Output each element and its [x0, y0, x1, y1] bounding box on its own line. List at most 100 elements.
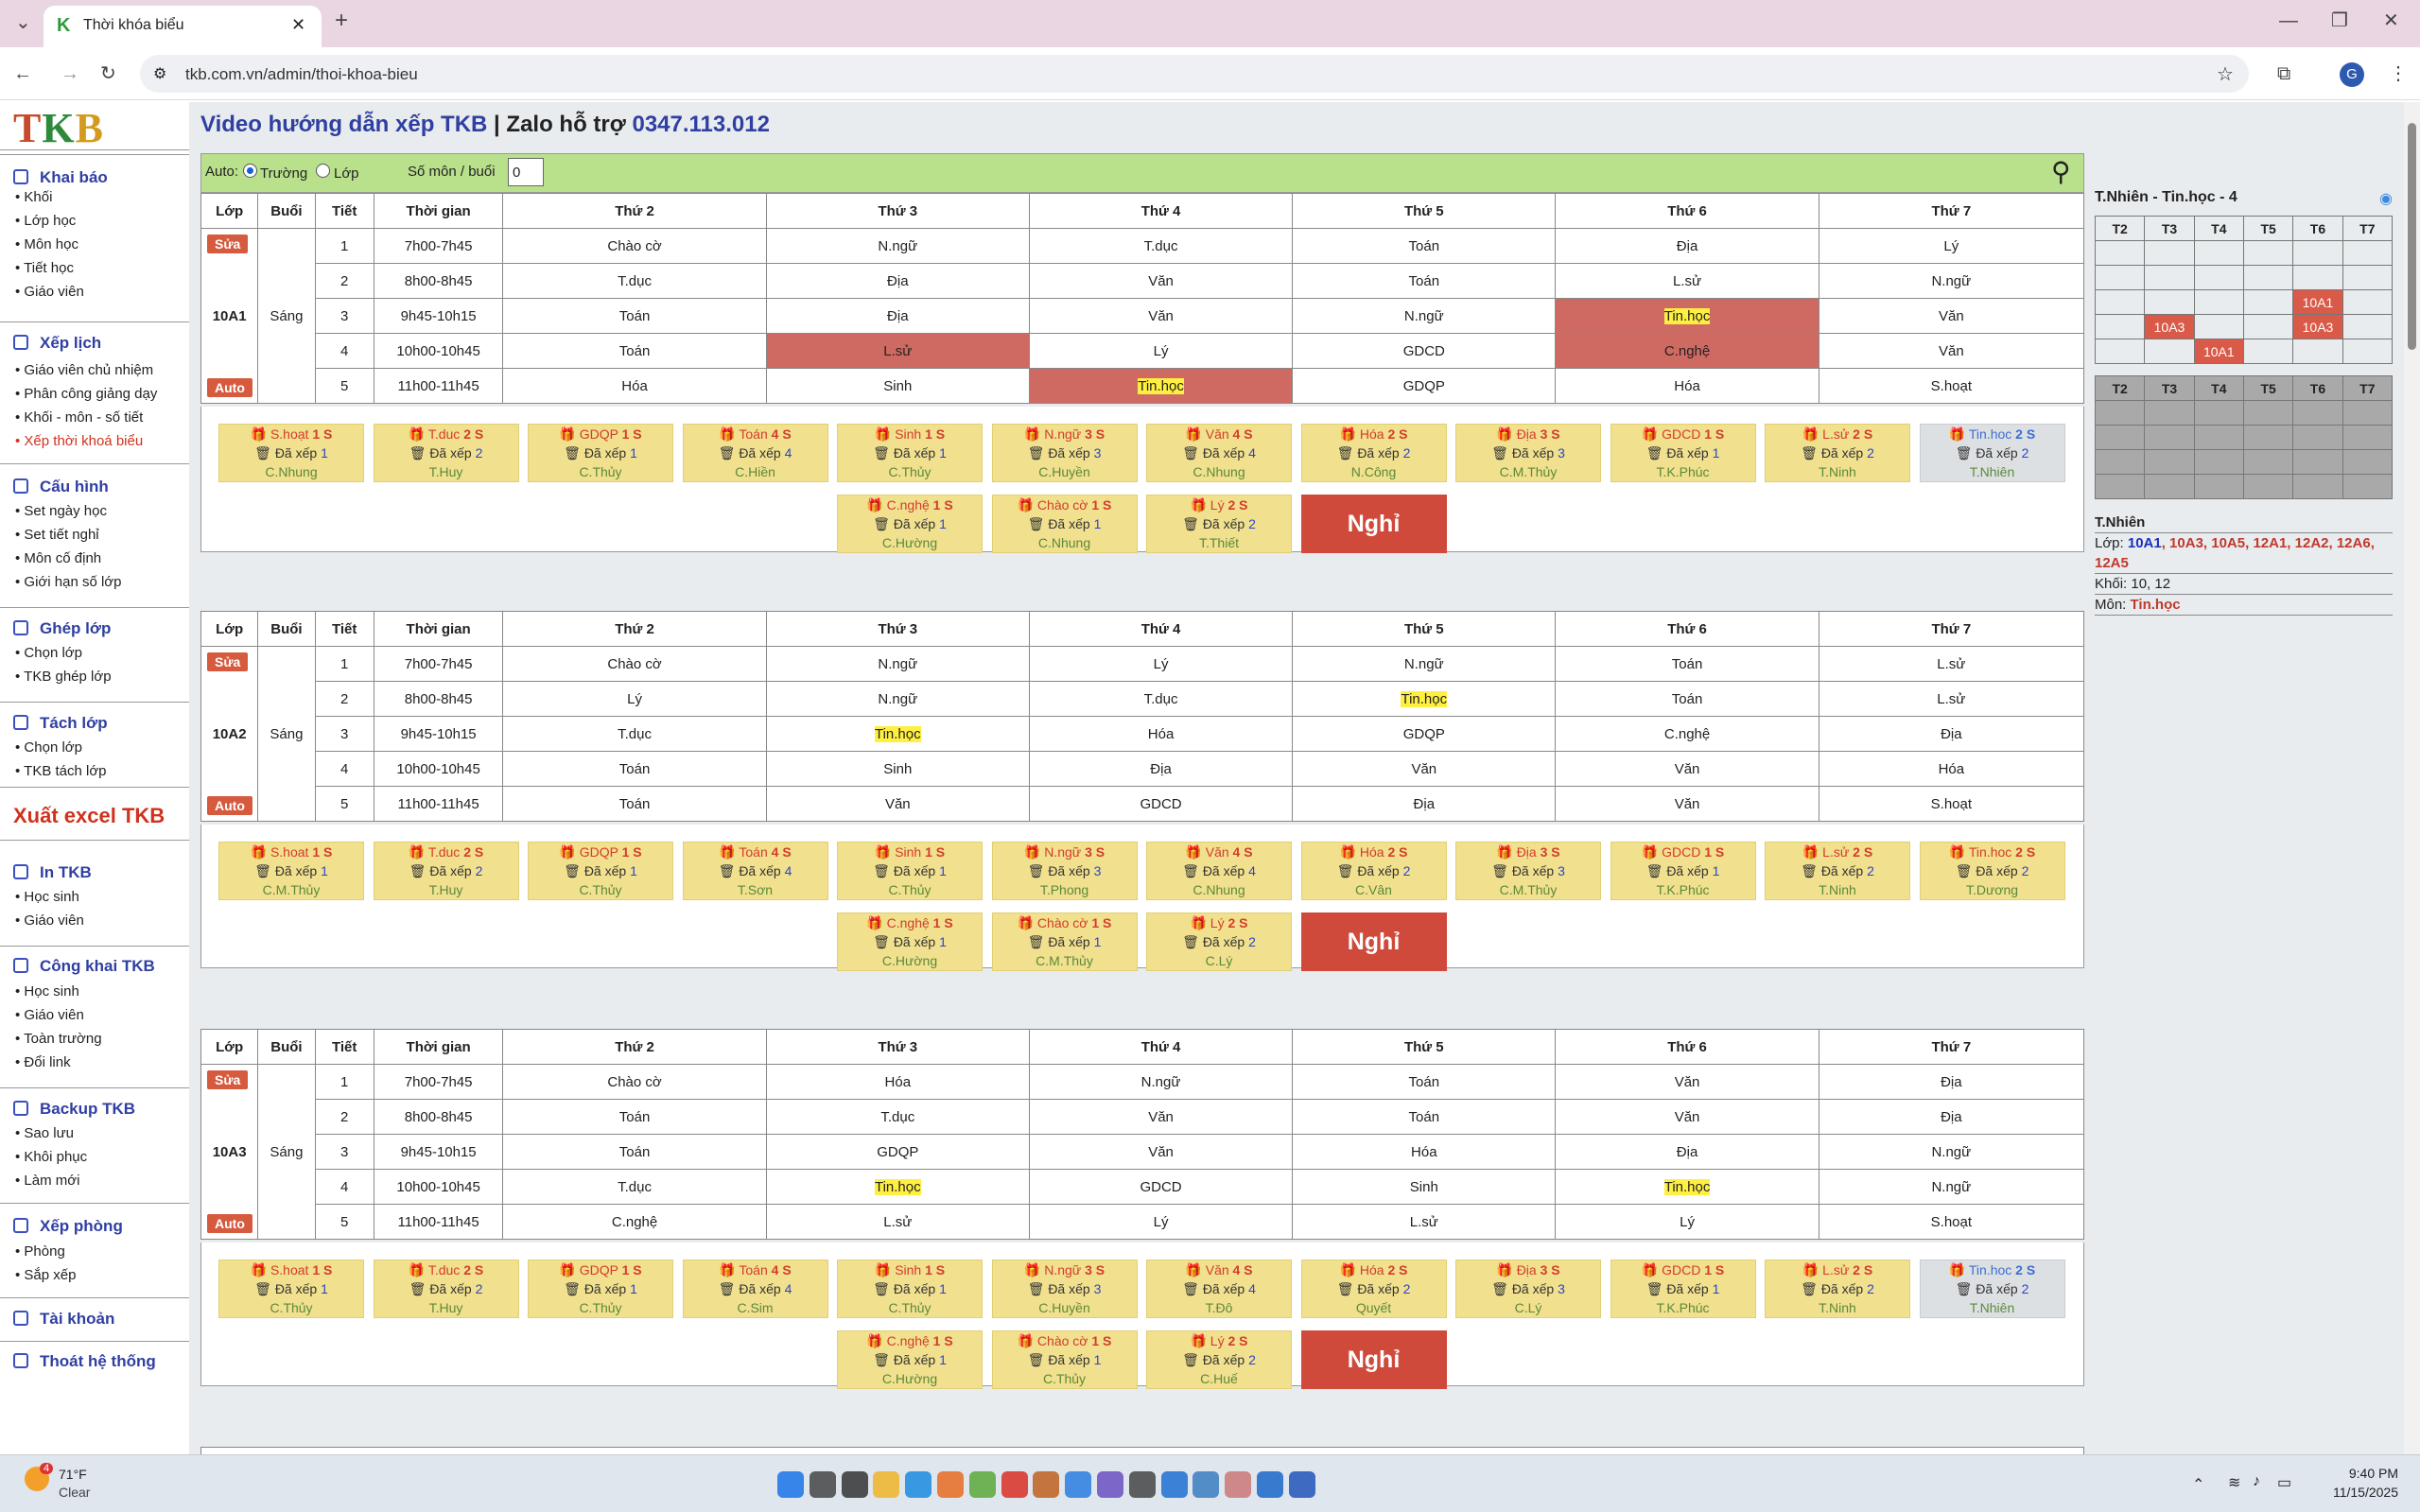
close-window-icon[interactable]: ✕ [2383, 11, 2399, 30]
scrollbar-thumb[interactable] [2408, 123, 2416, 350]
sidebar-item[interactable]: Toàn trường [15, 1031, 101, 1047]
lesson-cell[interactable]: Toán [502, 1099, 767, 1135]
sidebar-item[interactable]: Làm mới [15, 1173, 79, 1189]
lesson-cell[interactable]: Sinh [765, 751, 1030, 787]
sidebar-item[interactable]: Khối [15, 189, 52, 205]
tab-list-chevron-icon[interactable]: ⌄ [15, 13, 31, 32]
sidebar-section-5[interactable]: Xuất excel TKB [13, 804, 165, 828]
app-icon[interactable] [1193, 1471, 1220, 1498]
lesson-cell[interactable]: Toán [1292, 1064, 1557, 1100]
blocked-slot[interactable] [2193, 474, 2244, 499]
lesson-cell[interactable]: C.nghệ [1555, 333, 1819, 369]
lesson-cell[interactable]: Sinh [1292, 1169, 1557, 1205]
blocked-slot[interactable] [2094, 474, 2146, 499]
blocked-slot[interactable] [2242, 425, 2294, 450]
sidebar-item[interactable]: Set ngày học [15, 503, 107, 519]
teacher-slot[interactable]: 10A1 [2292, 289, 2343, 315]
search-icon[interactable]: ⚲ [2051, 156, 2071, 187]
blocked-slot[interactable] [2193, 425, 2244, 450]
edge-icon[interactable] [905, 1471, 932, 1498]
firefox-icon[interactable] [937, 1471, 964, 1498]
sidebar-item[interactable]: Giáo viên [15, 284, 83, 300]
extensions-icon[interactable]: ⧉ [2277, 64, 2290, 83]
video-guide-link[interactable]: Video hướng dẫn xếp TKB [200, 112, 487, 137]
subject-card[interactable]: 🎁 S.hoat 1 S 🗑 Đã xếp 1 C.M.Thủy [218, 842, 364, 900]
lesson-cell[interactable]: Văn [765, 786, 1030, 822]
blocked-slot[interactable] [2342, 400, 2394, 426]
off-button[interactable]: Nghỉ [1300, 912, 1447, 971]
lesson-cell[interactable]: Toán [502, 751, 767, 787]
sidebar-item[interactable]: Giới hạn số lớp [15, 574, 121, 590]
sidebar-item[interactable]: Phòng [15, 1243, 64, 1260]
lesson-cell[interactable]: Toán [502, 786, 767, 822]
battery-icon[interactable]: ▭ [2277, 1473, 2291, 1492]
subject-card[interactable]: 🎁 Địa 3 S 🗑 Đã xếp 3 C.Lý [1455, 1260, 1601, 1318]
sidebar-item[interactable]: Sao lưu [15, 1125, 74, 1141]
lesson-cell[interactable]: S.hoạt [1818, 368, 2085, 404]
sidebar-item[interactable]: Sắp xếp [15, 1267, 76, 1283]
lesson-cell[interactable]: L.sử [1555, 263, 1819, 299]
subject-card[interactable]: 🎁 Lý 2 S 🗑 Đã xếp 2 T.Thiết [1146, 495, 1292, 553]
restore-icon[interactable]: ❐ [2331, 11, 2348, 30]
subject-card[interactable]: 🎁 T.duc 2 S 🗑 Đã xếp 2 T.Huy [373, 842, 519, 900]
subject-card[interactable]: 🎁 Hóa 2 S 🗑 Đã xếp 2 C.Vân [1300, 842, 1447, 900]
sidebar-section-9[interactable]: Xếp phòng [13, 1217, 123, 1236]
back-icon[interactable]: ← [13, 64, 32, 83]
lesson-cell[interactable]: Địa [1818, 1064, 2085, 1100]
sidebar-section-2[interactable]: Cấu hình [13, 478, 109, 496]
blocked-slot[interactable] [2242, 449, 2294, 475]
volume-icon[interactable]: ♪ [2253, 1473, 2260, 1490]
lesson-cell[interactable]: Toán [502, 1134, 767, 1170]
subject-card[interactable]: 🎁 Hóa 2 S 🗑 Đã xếp 2 Quyết [1300, 1260, 1447, 1318]
blocked-slot[interactable] [2144, 425, 2195, 450]
lesson-cell[interactable]: Toán [1555, 646, 1819, 682]
blocked-slot[interactable] [2292, 449, 2343, 475]
lesson-cell[interactable]: N.ngữ [1028, 1064, 1294, 1100]
subject-card[interactable]: 🎁 C.nghệ 1 S 🗑 Đã xếp 1 C.Hường [837, 1330, 983, 1389]
lesson-cell[interactable]: N.ngữ [1292, 646, 1557, 682]
lesson-cell[interactable]: L.sử [1818, 646, 2085, 682]
auto-button[interactable]: Auto [207, 796, 252, 815]
lesson-cell[interactable]: Văn [1028, 1099, 1294, 1135]
subject-card[interactable]: 🎁 C.nghệ 1 S 🗑 Đã xếp 1 C.Hường [837, 495, 983, 553]
lesson-cell[interactable]: GDCD [1028, 786, 1294, 822]
lesson-cell[interactable]: Văn [1028, 298, 1294, 334]
lesson-cell[interactable]: N.ngữ [765, 228, 1030, 264]
lesson-cell[interactable]: N.ngữ [1818, 1169, 2085, 1205]
blocked-slot[interactable] [2292, 400, 2343, 426]
browser-tab[interactable]: K Thời khóa biểu ✕ [44, 6, 322, 47]
lesson-cell[interactable]: S.hoạt [1818, 786, 2085, 822]
teacher-slot[interactable] [2094, 265, 2146, 290]
sidebar-item[interactable]: Set tiết nghỉ [15, 527, 98, 543]
blocked-slot[interactable] [2144, 449, 2195, 475]
subject-card[interactable]: 🎁 Chào cờ 1 S 🗑 Đã xếp 1 C.M.Thủy [991, 912, 1138, 971]
lesson-cell[interactable]: Hóa [1818, 751, 2085, 787]
lesson-cell[interactable]: Tin.học [1555, 1169, 1819, 1205]
sidebar-item[interactable]: Giáo viên [15, 912, 83, 929]
subject-card[interactable]: 🎁 C.nghệ 1 S 🗑 Đã xếp 1 C.Hường [837, 912, 983, 971]
reload-icon[interactable]: ↻ [100, 64, 116, 83]
lesson-cell[interactable]: Tin.học [765, 1169, 1030, 1205]
subject-card[interactable]: 🎁 S.hoat 1 S 🗑 Đã xếp 1 C.Thủy [218, 1260, 364, 1318]
task-view-icon[interactable] [841, 1471, 868, 1498]
lesson-cell[interactable]: Toán [502, 298, 767, 334]
blocked-slot[interactable] [2193, 449, 2244, 475]
lesson-cell[interactable]: Văn [1028, 1134, 1294, 1170]
teacher-slot[interactable] [2094, 339, 2146, 364]
teacher-slot[interactable] [2292, 339, 2343, 364]
lesson-cell[interactable]: L.sử [1818, 681, 2085, 717]
lesson-cell[interactable]: Chào cờ [502, 646, 767, 682]
lesson-cell[interactable]: Địa [1818, 1099, 2085, 1135]
teacher-slot[interactable] [2242, 314, 2294, 339]
lesson-cell[interactable]: Toán [1292, 263, 1557, 299]
lesson-cell[interactable]: Địa [765, 263, 1030, 299]
lesson-cell[interactable]: L.sử [1292, 1204, 1557, 1240]
sidebar-item[interactable]: TKB tách lớp [15, 763, 106, 779]
subject-card[interactable]: 🎁 Địa 3 S 🗑 Đã xếp 3 C.M.Thủy [1455, 424, 1601, 482]
subject-card[interactable]: 🎁 Văn 4 S 🗑 Đã xếp 4 T.Đô [1146, 1260, 1292, 1318]
viber-icon[interactable] [1097, 1471, 1123, 1498]
teacher-slot[interactable] [2193, 314, 2244, 339]
lesson-cell[interactable]: T.dục [502, 263, 767, 299]
subject-card[interactable]: 🎁 Văn 4 S 🗑 Đã xếp 4 C.Nhung [1146, 842, 1292, 900]
lesson-cell[interactable]: Tin.học [1555, 298, 1819, 334]
